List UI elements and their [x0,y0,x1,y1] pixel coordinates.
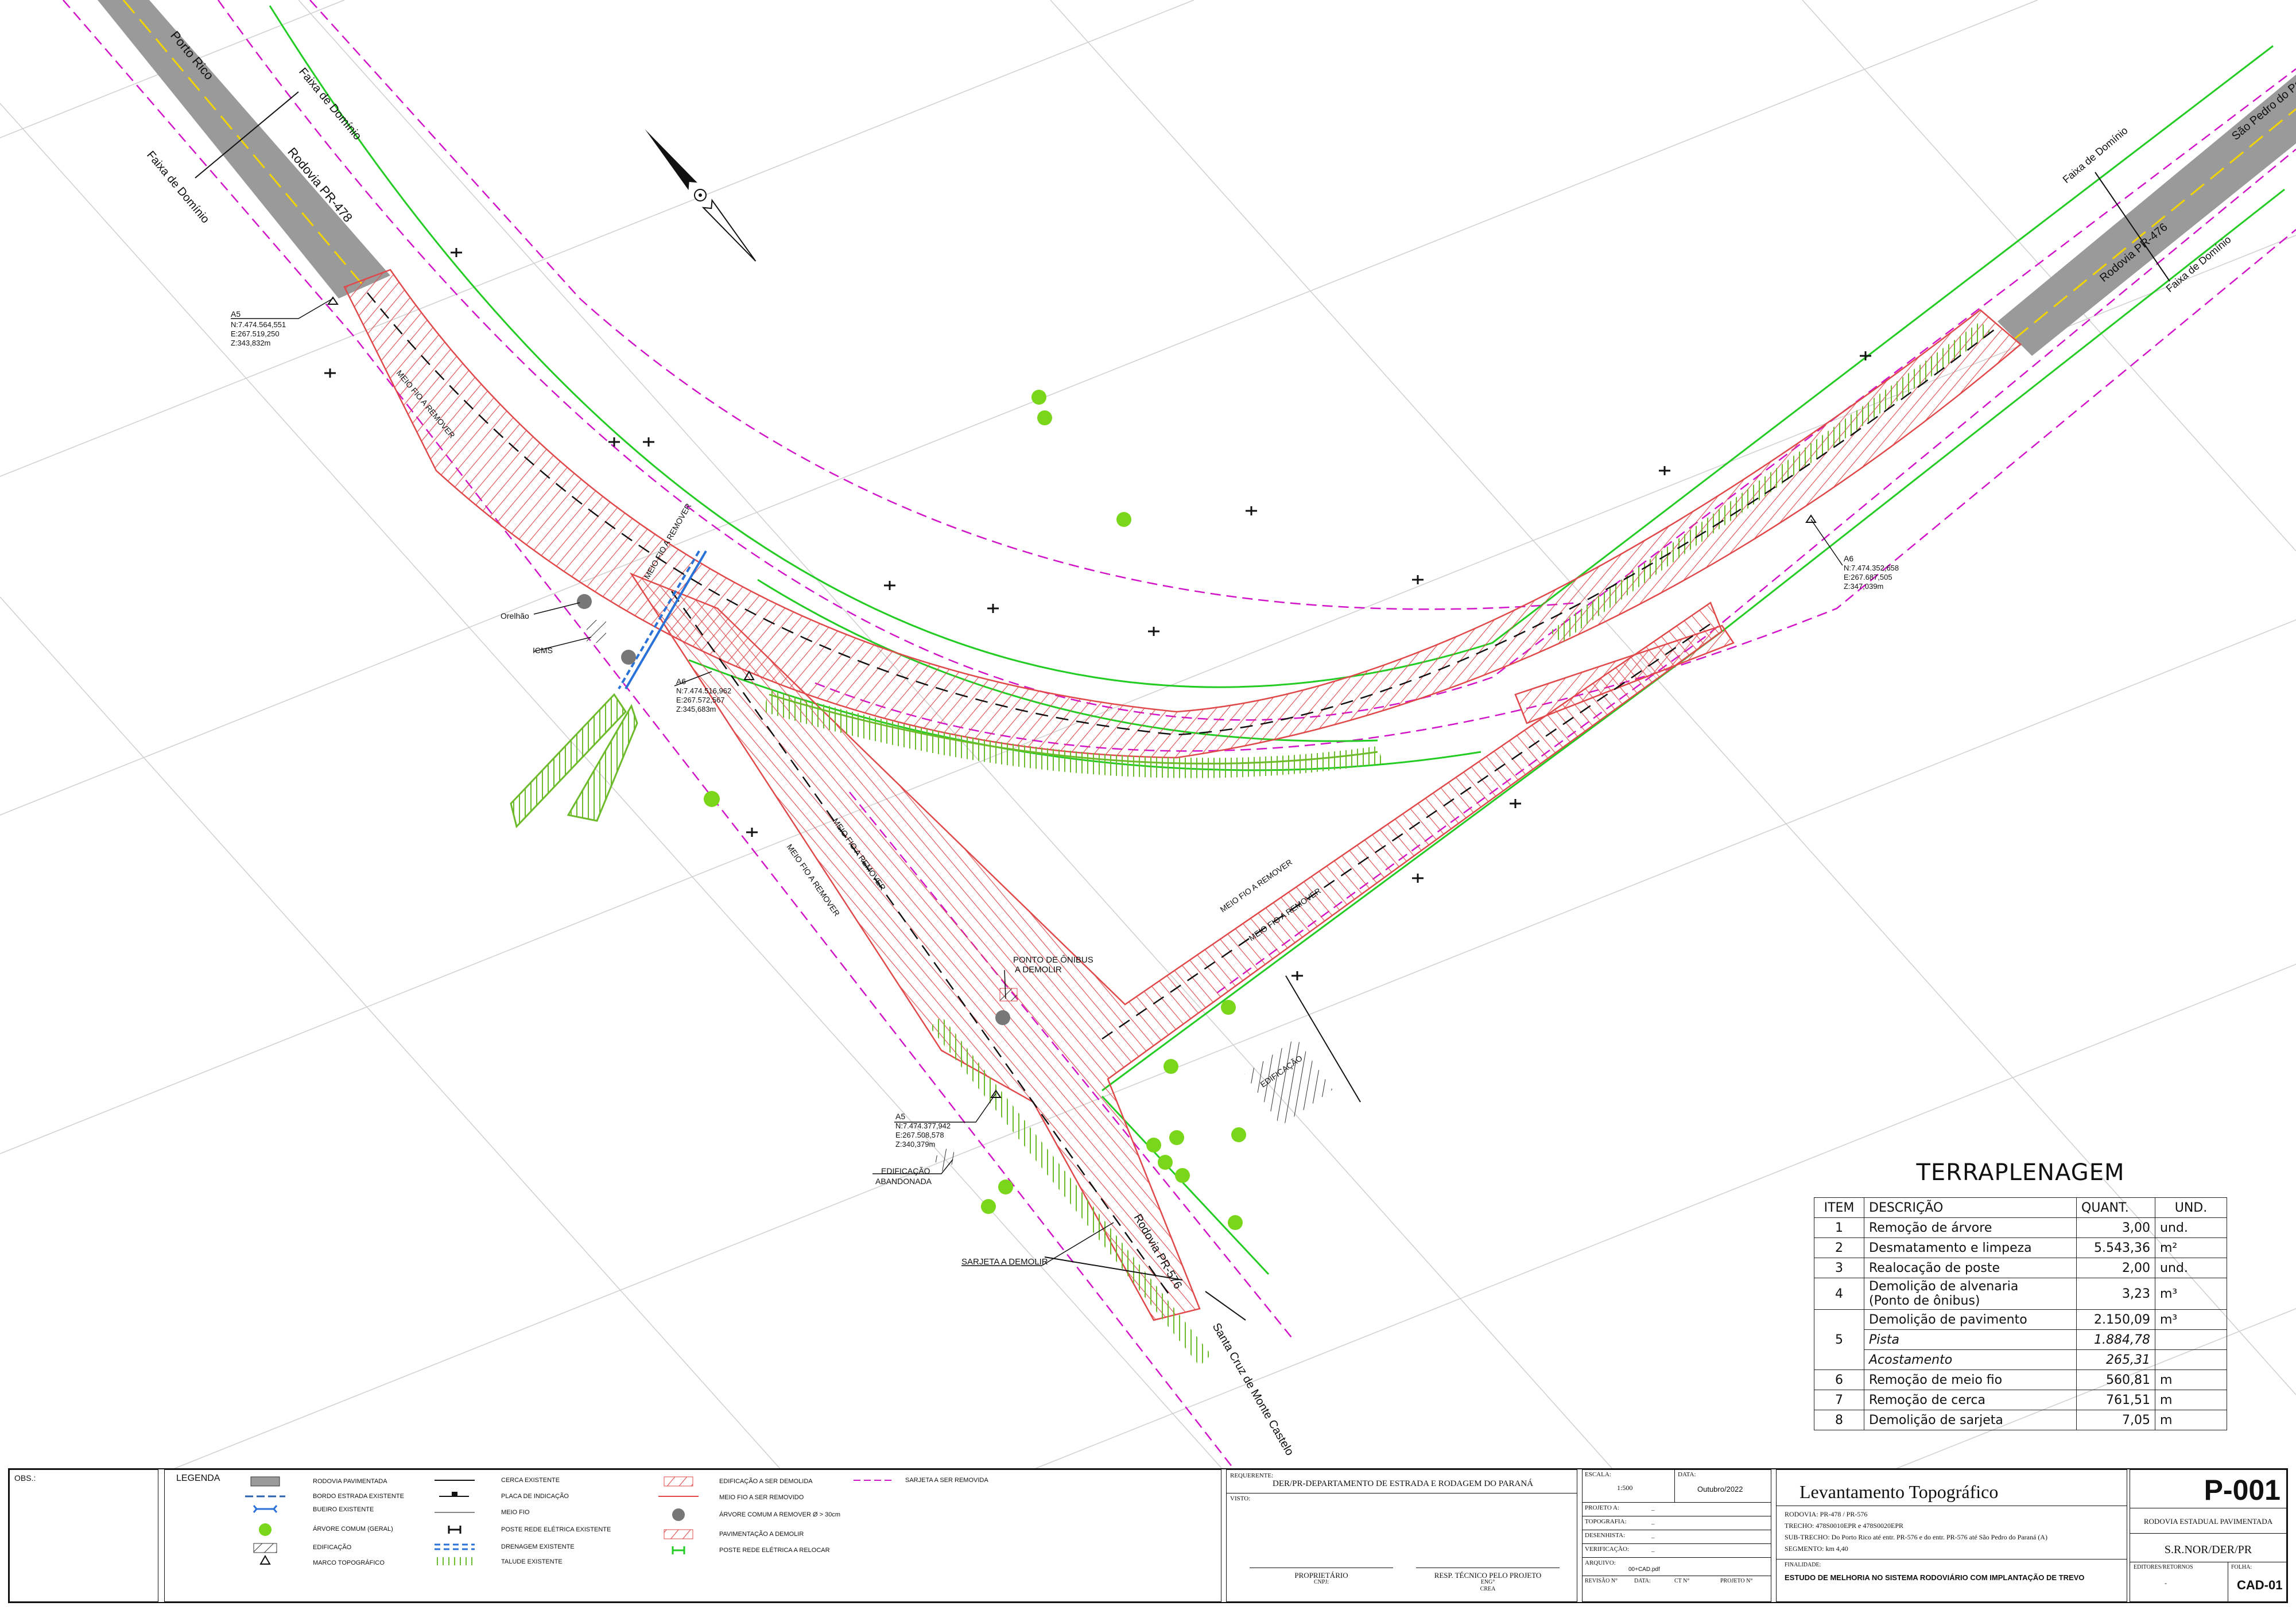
svg-text:N:7.474.377,942: N:7.474.377,942 [895,1122,951,1130]
north-arrow-icon [645,129,757,262]
table-row: Acostamento 265,31 [1814,1349,2227,1370]
table-header: ITEM DESCRIÇÃO QUANT. UND. [1814,1197,2227,1218]
survey-marker-4: A5 N:7.474.377,942 E:267.508,578 Z:340,3… [895,1089,1002,1149]
svg-text:N:7.474.352,658: N:7.474.352,658 [1844,564,1899,572]
svg-text:A5: A5 [231,309,241,319]
drawing-title-box: Levantamento Topográfico RODOVIA: PR-478… [1776,1469,2127,1602]
label-edif-abandonada: EDIFICAÇÃO [881,1166,930,1176]
label-faixa-3: Faixa de Domínio [2061,125,2130,185]
table-row: 5 Demolição de pavimento 2.150,09 m³ [1814,1309,2227,1370]
table-row: 2 Desmatamento e limpeza 5.543,36 m² [1814,1237,2227,1258]
survey-marker-3: A6 N:7.474.352,658 E:267.687,505 Z:347,0… [1805,514,1899,591]
terraplenagem-table: TERRAPLENAGEM ITEM DESCRIÇÃO QUANT. UND.… [1814,1159,2227,1430]
svg-text:E:267.572,567: E:267.572,567 [676,696,725,704]
requerente-box: REQUERENTE: DER/PR-DEPARTAMENTO DE ESTRA… [1226,1469,1577,1602]
label-sarjeta: SARJETA A DEMOLIR [961,1257,1048,1267]
bus-stop-building [999,988,1018,1002]
svg-text:E:267.508,578: E:267.508,578 [895,1131,944,1139]
svg-text:E:267.519,250: E:267.519,250 [231,329,280,338]
label-ponto-onibus: PONTO DE ÔNIBUS [1013,955,1093,965]
label-icms: ICMS [533,646,553,655]
table-row: Pista 1.884,78 [1814,1329,2227,1350]
legend-symbols [245,1476,894,1565]
svg-text:E:267.687,505: E:267.687,505 [1844,573,1892,581]
paved-road [98,0,2296,356]
obs-box: OBS.: [9,1469,158,1602]
svg-text:Z:345,683m: Z:345,683m [676,705,716,713]
label-faixa-1: Faixa de Domínio [296,65,364,142]
svg-text:N:7.474.516,962: N:7.474.516,962 [676,686,731,695]
icms-building [587,620,606,643]
svg-text:A DEMOLIR: A DEMOLIR [1015,965,1062,975]
table-row: 8 Demolição de sarjeta 7,05 m [1814,1410,2227,1430]
table-row: 4 Demolição de alvenaria (Ponto de ônibus… [1814,1278,2227,1310]
existing-slope [510,321,1992,1366]
table-row: 7 Remoção de cerca 761,51 m [1814,1390,2227,1410]
project-info-box: ESCALA: 1:500 DATA: Outubro/2022 PROJETO… [1582,1469,1771,1602]
svg-text:Z:343,832m: Z:343,832m [231,339,270,347]
building-edificacao [1244,1038,1333,1126]
svg-text:A6: A6 [676,677,686,686]
svg-text:A6: A6 [1844,554,1853,563]
label-faixa-4: Faixa de Domínio [2164,234,2233,294]
sheet-box: P-001 RODOVIA ESTADUAL PAVIMENTADA S.R.N… [2130,1469,2287,1603]
svg-text:A5: A5 [895,1112,905,1121]
title-block: OBS.: LEGENDA RODOVIA PAVIMENTADA BORDO … [8,1468,2288,1603]
svg-text:ABANDONADA: ABANDONADA [875,1177,932,1186]
label-orelhao: Orelhão [501,611,529,620]
label-santa-cruz: Santa Cruz de Monte Castelo [1210,1321,1296,1458]
table-row: 3 Realocação de poste 2,00 und. [1814,1258,2227,1278]
utility-poles [324,248,1871,980]
table-row: 1 Remoção de árvore 3,00 und. [1814,1217,2227,1238]
svg-text:Z:340,379m: Z:340,379m [895,1140,935,1149]
folha-number: CAD-01 [2237,1578,2283,1592]
svg-text:N:7.474.564,551: N:7.474.564,551 [231,320,286,329]
legend-box: LEGENDA RODOVIA PAVIMENTADA BORDO ESTRAD… [164,1469,1221,1602]
svg-text:Z:347,039m: Z:347,039m [1844,582,1883,591]
table-row: 6 Remoção de meio fio 560,81 m [1814,1370,2227,1390]
sheet-number: P-001 [2204,1474,2281,1506]
drawing-title: Levantamento Topográfico [1799,1481,1999,1502]
terraplenagem-title: TERRAPLENAGEM [1916,1159,2125,1186]
